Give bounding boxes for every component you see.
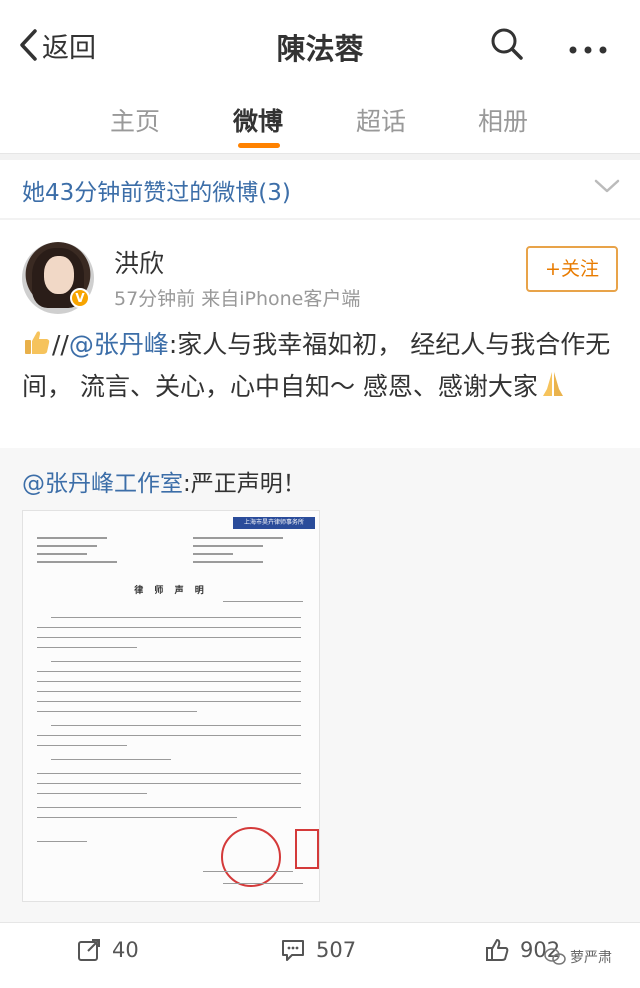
praying-hands-emoji-icon	[542, 372, 563, 396]
doc-line	[51, 617, 301, 618]
doc-line	[37, 681, 301, 682]
more-dots-icon	[569, 46, 607, 54]
doc-seal-stamp	[221, 827, 281, 887]
post-body: //@张丹峰:家人与我幸福如初， 经纪人与我合作无间， 流言、关心，心中自知～ …	[22, 324, 626, 408]
watermark: 萝严肃	[544, 947, 612, 967]
doc-line	[51, 759, 171, 760]
doc-line	[37, 627, 301, 628]
wechat-icon	[544, 948, 566, 965]
doc-line	[223, 601, 303, 602]
search-icon	[491, 28, 523, 60]
doc-line	[51, 725, 301, 726]
doc-line	[37, 545, 97, 547]
top-nav-bar: 返回 陳法蓉	[0, 0, 640, 88]
repost-text-line: @张丹峰工作室:严正声明！	[22, 464, 306, 498]
doc-line	[37, 647, 137, 648]
repost-block[interactable]: @张丹峰工作室:严正声明！ 上海市昊卉律师事务所 律 师 声 明	[0, 448, 640, 922]
active-tab-indicator	[238, 143, 280, 148]
post-mention[interactable]: @张丹峰	[69, 330, 169, 359]
doc-line	[37, 553, 87, 555]
post-username[interactable]: 洪欣	[114, 244, 164, 280]
doc-line	[37, 817, 237, 818]
thumbs-up-emoji-icon	[25, 331, 50, 354]
statement-image[interactable]: 上海市昊卉律师事务所 律 师 声 明	[22, 510, 320, 902]
doc-lawyer-stamp	[295, 829, 319, 869]
doc-line	[37, 773, 301, 774]
follow-button[interactable]: +关注	[526, 246, 618, 292]
liked-posts-label: 她43分钟前赞过的微博(3)	[22, 180, 291, 206]
post-action-bar: 40 507 902 萝严肃	[0, 922, 640, 988]
profile-tabs: 主页 微博 超话 相册	[0, 88, 640, 154]
doc-line	[37, 671, 301, 672]
doc-line	[37, 561, 117, 563]
thumbs-up-icon	[486, 939, 509, 961]
page-title: 陳法蓉	[276, 32, 364, 66]
doc-line	[37, 841, 87, 842]
doc-line	[37, 745, 127, 746]
repost-mention[interactable]: @张丹峰工作室	[22, 471, 183, 497]
tab-weibo[interactable]: 微博	[233, 102, 283, 138]
repost-text: :严正声明！	[183, 471, 306, 497]
doc-line	[37, 691, 301, 692]
comment-icon	[282, 940, 304, 961]
doc-line	[37, 783, 301, 784]
doc-line	[193, 553, 233, 555]
tab-super-topic[interactable]: 超话	[356, 102, 406, 138]
doc-line	[37, 793, 147, 794]
doc-line	[193, 537, 283, 539]
doc-line	[37, 735, 301, 736]
doc-line	[193, 561, 263, 563]
doc-line	[37, 701, 301, 702]
chevron-down-icon	[594, 179, 620, 193]
repost-count: 40	[112, 938, 139, 962]
verified-badge-icon: V	[70, 288, 90, 308]
repost-button[interactable]: 40	[76, 937, 139, 963]
doc-line	[193, 545, 263, 547]
post-text-prefix: //	[52, 330, 69, 359]
post-card: V 洪欣 57分钟前 来自iPhone客户端 +关注 //@张丹峰:家人与我幸福…	[0, 220, 640, 922]
doc-line	[37, 807, 301, 808]
doc-line	[203, 871, 293, 872]
repost-icon	[78, 939, 100, 961]
watermark-text: 萝严肃	[570, 950, 612, 966]
doc-line	[37, 637, 301, 638]
doc-line	[37, 537, 107, 539]
doc-title: 律 师 声 明	[134, 586, 208, 596]
avatar-face	[44, 256, 74, 294]
comment-button[interactable]: 507	[280, 937, 356, 963]
post-meta: 57分钟前 来自iPhone客户端	[114, 288, 361, 310]
doc-line	[37, 711, 197, 712]
liked-posts-bar[interactable]: 她43分钟前赞过的微博(3)	[0, 160, 640, 218]
tab-home[interactable]: 主页	[110, 102, 160, 138]
comment-count: 507	[316, 938, 357, 962]
doc-line	[223, 883, 303, 884]
search-button[interactable]	[489, 26, 525, 66]
more-button[interactable]	[568, 40, 608, 59]
doc-line	[51, 661, 301, 662]
doc-banner: 上海市昊卉律师事务所	[233, 517, 315, 529]
tab-album[interactable]: 相册	[478, 102, 528, 138]
